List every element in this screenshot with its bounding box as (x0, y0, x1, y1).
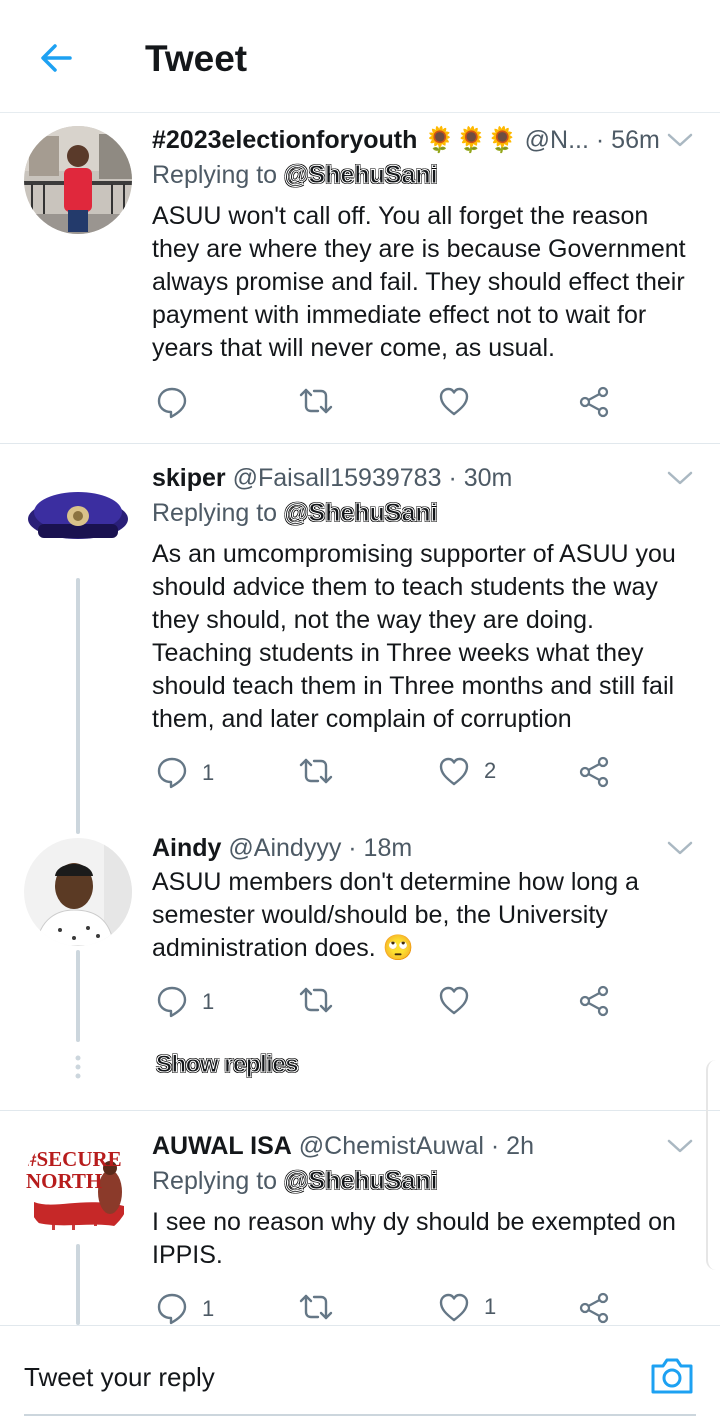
reply-button[interactable]: 1 (156, 985, 214, 1019)
share-button[interactable] (578, 756, 610, 788)
display-name[interactable]: Aindy (152, 834, 221, 862)
like-count: 2 (484, 758, 497, 783)
share-button[interactable] (578, 1292, 610, 1324)
tweet-header: skiper @Faisall15939783 · 30m (152, 462, 512, 495)
reply-count: 1 (202, 760, 215, 785)
tweet-actions (152, 386, 672, 426)
like-button[interactable]: 1 (438, 1292, 496, 1322)
mention-link[interactable]: @ShehuSani (284, 1167, 439, 1196)
mention-link[interactable]: @ShehuSani (284, 499, 439, 528)
replying-to: Replying to @ShehuSani (152, 1167, 438, 1196)
scroll-edge[interactable] (706, 1060, 720, 1270)
chevron-down-icon[interactable] (666, 1136, 694, 1156)
tweet-header: #2023electionforyouth 🌻🌻🌻 @N... · 56m (152, 124, 660, 157)
avatar-text: #SECURE (26, 1147, 122, 1171)
handle[interactable]: @N... (525, 126, 589, 154)
like-button[interactable]: 2 (438, 756, 496, 786)
share-icon (579, 1292, 609, 1324)
avatar[interactable]: #SECURE NORTH (24, 1132, 132, 1240)
retweet-icon (299, 388, 333, 414)
like-icon (439, 757, 469, 786)
tweet-text: ASUU won't call off. You all forget the … (152, 202, 686, 362)
reply-icon (157, 757, 187, 789)
more-replies-dots-icon (75, 1055, 81, 1079)
reply-icon (157, 986, 187, 1018)
retweet-button[interactable] (298, 985, 348, 1015)
share-icon (579, 756, 609, 788)
back-arrow-icon[interactable] (36, 38, 76, 78)
like-button[interactable] (438, 386, 484, 416)
avatar[interactable] (24, 464, 132, 572)
reply-button[interactable] (156, 386, 202, 420)
replying-to-label: Replying to (152, 161, 278, 189)
like-icon (439, 387, 469, 416)
replying-to-label: Replying to (152, 1167, 278, 1195)
replying-to-label: Replying to (152, 499, 278, 527)
retweet-button[interactable] (298, 756, 348, 786)
like-icon (439, 1293, 469, 1322)
thread-line (76, 1244, 80, 1325)
tweet-header: Aindy @Aindyyy · 18m (152, 832, 412, 865)
display-name[interactable]: AUWAL ISA (152, 1132, 292, 1160)
tweet-divider (0, 1110, 720, 1111)
chevron-down-icon[interactable] (666, 130, 694, 150)
avatar-text: NORTH (26, 1169, 102, 1193)
timestamp[interactable]: · 30m (448, 464, 512, 492)
tweet-header: AUWAL ISA @ChemistAuwal · 2h (152, 1130, 534, 1163)
mention-link[interactable]: @ShehuSani (284, 161, 439, 190)
retweet-icon (299, 758, 333, 784)
timestamp[interactable]: · 18m (348, 834, 412, 862)
avatar[interactable] (24, 838, 132, 946)
chevron-down-icon[interactable] (666, 468, 694, 488)
tweet-actions: 1 2 (152, 756, 672, 796)
chevron-down-icon[interactable] (666, 838, 694, 858)
retweet-button[interactable] (298, 386, 348, 416)
page-title: Tweet (145, 38, 248, 79)
like-count: 1 (484, 1294, 497, 1319)
name-emoji: 🌻🌻🌻 (424, 126, 518, 154)
replying-to: Replying to @ShehuSani (152, 161, 438, 190)
display-name[interactable]: #2023electionforyouth (152, 126, 417, 154)
tweet-text: As an umcompromising supporter of ASUU y… (152, 540, 676, 733)
camera-icon[interactable] (649, 1354, 695, 1396)
thread-line (76, 578, 80, 834)
handle[interactable]: @ChemistAuwal (299, 1132, 484, 1160)
input-underline (24, 1414, 696, 1416)
display-name[interactable]: skiper (152, 464, 226, 492)
share-icon (579, 386, 609, 418)
tweet-text: I see no reason why dy should be exempte… (152, 1208, 676, 1269)
like-icon (439, 986, 469, 1015)
share-button[interactable] (578, 985, 610, 1017)
reply-button[interactable]: 1 (156, 1292, 214, 1326)
reply-icon (157, 387, 187, 419)
reply-composer[interactable]: Tweet your reply (0, 1325, 720, 1419)
thread-line (76, 950, 80, 1042)
like-button[interactable] (438, 985, 484, 1015)
top-bar: Tweet (0, 0, 720, 113)
share-icon (579, 985, 609, 1017)
reply-icon (157, 1293, 187, 1325)
tweet-divider (0, 443, 720, 444)
tweet-text: ASUU members don't determine how long a … (152, 868, 639, 962)
reply-count: 1 (202, 989, 215, 1014)
retweet-icon (299, 987, 333, 1013)
reply-input[interactable]: Tweet your reply (24, 1362, 215, 1393)
timestamp[interactable]: · 2h (491, 1132, 534, 1160)
avatar[interactable] (24, 126, 132, 234)
reply-button[interactable]: 1 (156, 756, 214, 790)
retweet-button[interactable] (298, 1292, 348, 1322)
share-button[interactable] (578, 386, 610, 418)
reply-count: 1 (202, 1296, 215, 1321)
replying-to: Replying to @ShehuSani (152, 499, 438, 528)
timestamp[interactable]: · 56m (596, 126, 660, 154)
retweet-icon (299, 1294, 333, 1320)
show-replies-link[interactable]: Show replies (155, 1051, 299, 1079)
handle[interactable]: @Aindyyy (228, 834, 341, 862)
tweet-actions: 1 (152, 985, 672, 1025)
handle[interactable]: @Faisall15939783 (233, 464, 442, 492)
